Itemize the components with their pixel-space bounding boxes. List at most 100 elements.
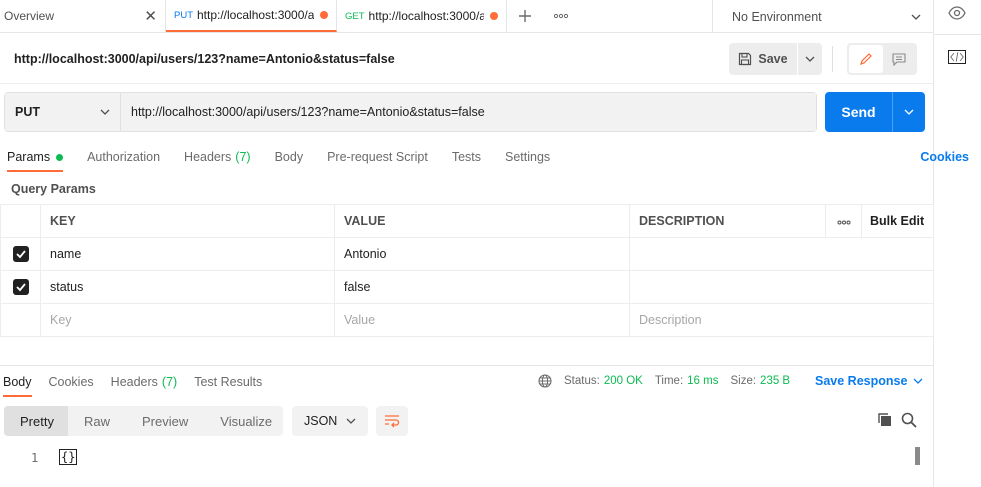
tab-body[interactable]: Body: [275, 142, 304, 172]
key-input[interactable]: Key: [40, 303, 335, 337]
code-icon[interactable]: [948, 50, 966, 64]
more-options-icon[interactable]: [825, 204, 862, 238]
tab-put-request[interactable]: PUT http://localhost:3000/a: [166, 0, 337, 32]
header-description: DESCRIPTION: [629, 204, 826, 238]
response-tabs: Body Cookies Headers (7) Test Results: [0, 367, 276, 397]
comment-icon: [892, 52, 906, 66]
query-params-table: KEY VALUE DESCRIPTION Bulk Edit name Ant…: [0, 204, 934, 337]
tab-overview-label: Overview: [4, 9, 55, 23]
tab-tests[interactable]: Tests: [452, 142, 481, 172]
row-checkbox[interactable]: [0, 237, 41, 271]
param-description[interactable]: [629, 237, 934, 271]
close-icon[interactable]: ✕: [144, 7, 157, 25]
param-description[interactable]: [629, 270, 934, 304]
table-row-new: Key Value Description: [0, 303, 934, 337]
view-raw[interactable]: Raw: [68, 406, 126, 436]
request-title[interactable]: http://localhost:3000/api/users/123?name…: [14, 52, 395, 66]
row-checkbox[interactable]: [0, 270, 41, 304]
size-value[interactable]: 235 B: [760, 375, 790, 387]
tab-settings[interactable]: Settings: [505, 142, 550, 172]
save-group: Save: [729, 43, 822, 75]
eye-icon[interactable]: [948, 6, 966, 20]
tab-label: Tests: [451, 150, 481, 164]
request-tabs: Params Authorization Headers (7) Body Pr…: [0, 142, 933, 172]
tab-headers[interactable]: Headers (7): [184, 142, 251, 172]
wrap-lines-button[interactable]: [376, 406, 408, 436]
line-number: 1: [31, 451, 39, 465]
tab-pre-request-script[interactable]: Pre-request Script: [327, 142, 428, 172]
tab-params[interactable]: Params: [7, 142, 64, 172]
tab-authorization[interactable]: Authorization: [87, 142, 160, 172]
send-options-button[interactable]: [892, 92, 925, 132]
checkbox-checked-icon[interactable]: [12, 246, 29, 262]
value-input[interactable]: Value: [334, 303, 630, 337]
tab-get-request[interactable]: GET http://localhost:3000/a: [337, 0, 507, 32]
tab-method: GET: [345, 10, 365, 22]
response-divider[interactable]: [0, 365, 933, 366]
pencil-icon: [860, 53, 872, 65]
copy-icon[interactable]: [877, 412, 893, 428]
comments-button[interactable]: [883, 45, 915, 73]
search-icon[interactable]: [901, 412, 917, 428]
edit-mode-button[interactable]: [849, 45, 883, 73]
status-value[interactable]: 200 OK: [604, 375, 643, 387]
tab-response-body[interactable]: Body: [3, 367, 32, 397]
tab-url: http://localhost:3000/a: [197, 8, 314, 22]
wrap-lines-icon: [385, 415, 400, 428]
table-row: status false: [0, 270, 934, 304]
cookies-link[interactable]: Cookies: [920, 150, 969, 164]
chevron-down-icon: [346, 418, 356, 424]
globe-icon[interactable]: [538, 374, 552, 388]
response-body-editor[interactable]: 1 {}: [0, 448, 933, 487]
description-input[interactable]: Description: [629, 303, 934, 337]
param-value[interactable]: Antonio: [334, 237, 630, 271]
chevron-down-icon: [805, 56, 815, 62]
chevron-down-icon: [904, 109, 914, 115]
checkbox-checked-icon[interactable]: [12, 279, 29, 295]
table-row: name Antonio: [0, 237, 934, 271]
environment-selector[interactable]: No Environment: [712, 0, 933, 33]
response-body-text[interactable]: {}: [59, 449, 78, 465]
chevron-down-icon: [100, 109, 110, 115]
method-select[interactable]: PUT: [5, 93, 121, 131]
param-key[interactable]: status: [40, 270, 335, 304]
more-options-icon[interactable]: [543, 0, 579, 32]
tab-label: Authorization: [87, 150, 161, 164]
header-key: KEY: [40, 204, 335, 238]
status-label: Status:: [564, 375, 600, 387]
send-button[interactable]: Send: [825, 92, 892, 132]
view-preview[interactable]: Preview: [126, 406, 204, 436]
param-value[interactable]: false: [334, 270, 630, 304]
method-value: PUT: [15, 105, 40, 119]
time-value[interactable]: 16 ms: [687, 375, 718, 387]
time-label: Time:: [654, 375, 684, 387]
view-pretty[interactable]: Pretty: [4, 406, 68, 436]
bulk-edit-button[interactable]: Bulk Edit: [861, 204, 934, 238]
tab-label: Body: [3, 375, 32, 389]
save-options-button[interactable]: [797, 43, 822, 75]
scrollbar[interactable]: [915, 447, 920, 465]
new-tab-plus-icon[interactable]: [507, 0, 543, 32]
tab-label: Pre-request Script: [327, 150, 428, 164]
url-bar: PUT http://localhost:3000/api/users/123?…: [4, 92, 817, 132]
right-sidebar: [933, 0, 981, 487]
header-check: [0, 204, 41, 238]
tab-count: (7): [235, 150, 251, 164]
format-select[interactable]: JSON: [292, 406, 368, 436]
chevron-down-icon: [911, 14, 921, 20]
tab-response-headers[interactable]: Headers (7): [111, 367, 178, 397]
tab-count: (7): [161, 375, 178, 389]
tab-label: Params: [7, 150, 51, 164]
environment-label: No Environment: [732, 9, 822, 24]
size-label: Size:: [730, 375, 757, 387]
url-input[interactable]: http://localhost:3000/api/users/123?name…: [121, 93, 816, 131]
unsaved-dot-icon: [490, 12, 498, 20]
save-button[interactable]: Save: [729, 43, 797, 75]
tab-test-results[interactable]: Test Results: [194, 367, 262, 397]
save-response-button[interactable]: Save Response: [815, 374, 923, 388]
param-key[interactable]: name: [40, 237, 335, 271]
tab-overview[interactable]: Overview ✕: [0, 0, 166, 32]
view-visualize[interactable]: Visualize: [204, 406, 288, 436]
tab-label: Headers: [184, 150, 232, 164]
tab-response-cookies[interactable]: Cookies: [49, 367, 94, 397]
